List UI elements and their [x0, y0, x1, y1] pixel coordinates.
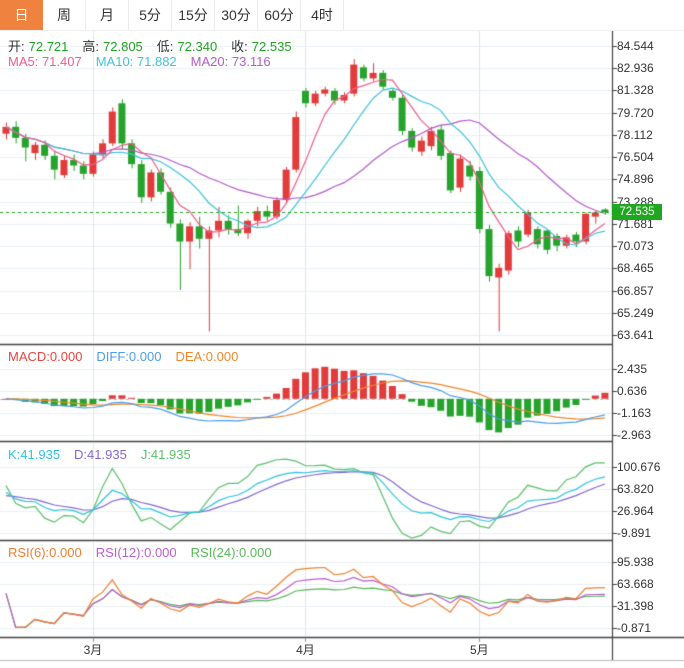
- axis-label: -0.871: [617, 620, 652, 635]
- axis-label: -1.163: [617, 406, 652, 420]
- current-price-badge: 72.535: [612, 204, 662, 221]
- axis-label: 82.936: [617, 61, 654, 76]
- ma-readout: MA5: 71.407 MA10: 71.882 MA20: 73.116: [8, 54, 275, 69]
- axis-label: -2.963: [617, 428, 652, 442]
- axis-label: 78.112: [617, 127, 653, 142]
- x-axis-label: 4月: [296, 643, 315, 657]
- axis-label: 68.465: [617, 261, 654, 276]
- tab-5min[interactable]: 5分: [129, 0, 172, 30]
- low-label: 低:: [156, 39, 174, 54]
- ma10-value: MA10: 71.882: [95, 54, 177, 69]
- axis-label: 63.641: [617, 327, 654, 342]
- axis-label: 100.676: [617, 460, 661, 474]
- kdj-readout: K:41.935 D:41.935 J:41.935: [8, 447, 195, 462]
- axis-label: 0.636: [617, 384, 648, 398]
- diff-value: DIFF:0.000: [96, 349, 162, 364]
- macd-value: MACD:0.000: [8, 349, 83, 364]
- close-value: 72.535: [251, 39, 292, 54]
- high-label: 高:: [82, 39, 100, 54]
- rsi12-value: RSI(12):0.000: [95, 545, 177, 560]
- axis-label: 65.249: [617, 305, 654, 320]
- ma20-value: MA20: 73.116: [190, 54, 271, 69]
- stock-chart-app: 日周月 5分 15分 30分 60分 4时 开: 72.721 高: 72.805 低: 72.34…: [0, 0, 684, 668]
- tab-month[interactable]: 月: [86, 0, 129, 30]
- x-axis-label: 5月: [469, 643, 489, 657]
- axis-label: 79.720: [617, 105, 654, 120]
- axis-label: 63.668: [617, 577, 654, 591]
- x-axis-label: 3月: [83, 643, 103, 657]
- axis-label: 95.938: [617, 555, 654, 569]
- open-value: 72.721: [28, 39, 69, 54]
- ohlc-readout: 开: 72.721 高: 72.805 低: 72.340 收: 72.535: [8, 36, 296, 55]
- j-value: J:41.935: [140, 447, 191, 462]
- tab-4hour[interactable]: 4时: [301, 0, 344, 30]
- tab-30min[interactable]: 30分: [215, 0, 258, 30]
- high-value: 72.805: [103, 39, 143, 54]
- rsi24-value: RSI(24):0.000: [190, 545, 272, 560]
- tab-15min[interactable]: 15分: [172, 0, 215, 30]
- axis-label: 84.544: [617, 39, 654, 53]
- axis-label: 74.896: [617, 172, 654, 187]
- period-tab-bar: 日周月 5分 15分 30分 60分 4时: [0, 0, 684, 31]
- axis-label: -9.891: [617, 525, 652, 540]
- chart-canvas[interactable]: [0, 0, 684, 668]
- rsi6-value: RSI(6):0.000: [8, 545, 82, 560]
- close-label: 收:: [231, 39, 248, 54]
- dea-value: DEA:0.000: [175, 349, 239, 364]
- axis-label: 2.435: [617, 362, 648, 376]
- low-value: 72.340: [177, 39, 218, 54]
- rsi-readout: RSI(6):0.000 RSI(12):0.000 RSI(24):0.000: [8, 545, 276, 560]
- k-value: K:41.935: [8, 447, 61, 462]
- axis-label: 63.820: [617, 482, 654, 496]
- axis-label: 66.857: [617, 283, 654, 298]
- axis-label: 70.073: [617, 239, 654, 254]
- tab-60min[interactable]: 60分: [258, 0, 301, 30]
- tab-week[interactable]: 周: [43, 0, 86, 30]
- d-value: D:41.935: [74, 447, 127, 462]
- ma5-value: MA5: 71.407: [8, 54, 82, 69]
- axis-label: 31.398: [617, 599, 654, 613]
- axis-label: 76.504: [617, 150, 654, 165]
- axis-label: 81.328: [617, 83, 654, 98]
- tab-day[interactable]: 日: [0, 0, 43, 30]
- axis-label: 26.964: [617, 504, 654, 518]
- open-label: 开:: [8, 39, 25, 54]
- macd-readout: MACD:0.000 DIFF:0.000 DEA:0.000: [8, 349, 242, 364]
